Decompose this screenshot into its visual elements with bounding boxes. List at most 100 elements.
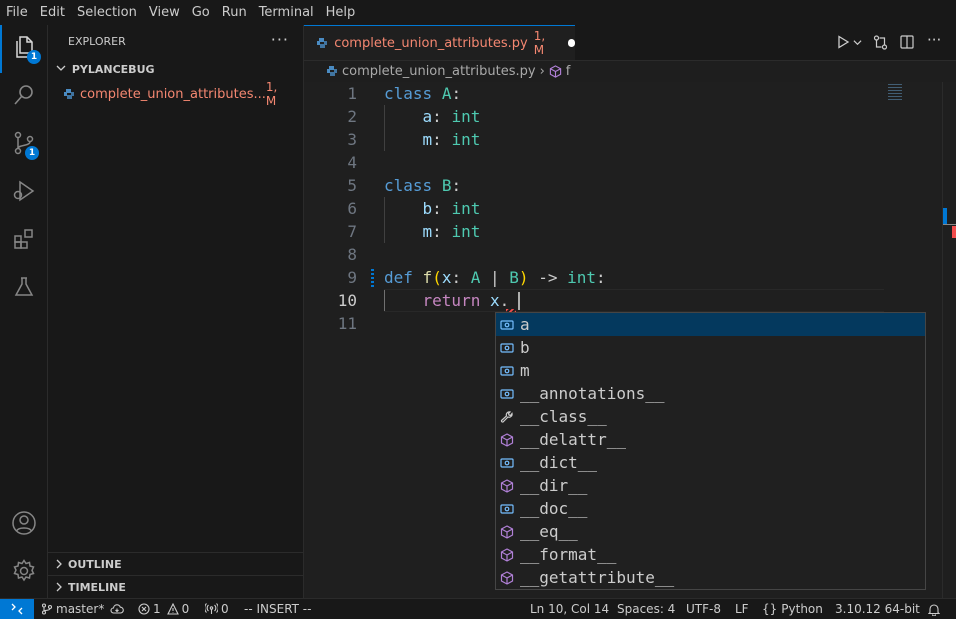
- activity-bar: 1 1: [0, 25, 48, 598]
- menu-help[interactable]: Help: [320, 0, 362, 25]
- menu-go[interactable]: Go: [186, 0, 216, 25]
- suggestion-item[interactable]: __class__: [496, 405, 925, 428]
- breadcrumb-symbol[interactable]: f: [566, 64, 571, 79]
- git-compare-icon: [873, 35, 888, 50]
- method-icon: [500, 478, 514, 493]
- python-file-icon: [316, 37, 328, 49]
- indentation[interactable]: Spaces: 4: [617, 599, 675, 619]
- suggestion-item[interactable]: __getattribute__: [496, 566, 925, 589]
- suggestion-item[interactable]: __eq__: [496, 520, 925, 543]
- explorer-activity-button[interactable]: 1: [0, 25, 47, 73]
- outline-section[interactable]: OUTLINE: [48, 552, 303, 575]
- suggestion-item[interactable]: a: [496, 313, 925, 336]
- unsaved-dot-icon[interactable]: [568, 39, 575, 47]
- suggestion-item[interactable]: b: [496, 336, 925, 359]
- file-tree-item-status: 1, M: [265, 80, 278, 108]
- outline-section-label: OUTLINE: [68, 557, 122, 571]
- run-debug-activity-button[interactable]: [0, 169, 47, 217]
- scrollbar-cursor-marker: [943, 208, 947, 224]
- code-line: 9 def f(x: A | B) -> int:: [304, 266, 884, 289]
- suggestion-item[interactable]: __doc__: [496, 497, 925, 520]
- python-interpreter[interactable]: 3.10.12 64-bit: [835, 599, 920, 619]
- explorer-badge: 1: [27, 50, 41, 64]
- menu-selection[interactable]: Selection: [71, 0, 143, 25]
- line-code: a: int: [422, 107, 481, 126]
- line-code: b: int: [422, 199, 481, 218]
- play-icon: [836, 35, 850, 49]
- more-actions-button[interactable]: ···: [271, 30, 289, 49]
- code-line: 4: [304, 151, 884, 174]
- suggestion-label: __eq__: [520, 522, 578, 541]
- testing-activity-button[interactable]: [0, 265, 47, 313]
- suggestion-label: a: [520, 315, 530, 334]
- line-number: 9: [347, 268, 357, 287]
- editor-tabs: complete_union_attributes.py 1, M ···: [304, 25, 956, 61]
- language-label: Python: [781, 602, 823, 616]
- suggestion-item[interactable]: __dir__: [496, 474, 925, 497]
- end-of-line[interactable]: LF: [735, 599, 749, 619]
- manage-activity-button[interactable]: [0, 549, 47, 597]
- extensions-activity-button[interactable]: [0, 217, 47, 265]
- field-icon: [500, 456, 514, 470]
- line-number: 7: [347, 222, 357, 241]
- line-number: 2: [347, 107, 357, 126]
- search-icon: [12, 83, 36, 111]
- breadcrumb-file[interactable]: complete_union_attributes.py: [342, 64, 536, 79]
- field-icon: [500, 364, 514, 378]
- error-count: 1: [153, 602, 161, 616]
- timeline-section-label: TIMELINE: [68, 580, 126, 594]
- warning-icon: [166, 603, 179, 615]
- language-mode[interactable]: {} Python: [762, 599, 823, 619]
- menu-edit[interactable]: Edit: [34, 0, 71, 25]
- cursor-position[interactable]: Ln 10, Col 14: [530, 599, 609, 619]
- method-icon: [500, 570, 514, 585]
- menu-bar: File Edit Selection View Go Run Terminal…: [0, 0, 956, 25]
- line-number: 5: [347, 176, 357, 195]
- editor-more-button[interactable]: ···: [927, 31, 941, 49]
- branch-icon: [41, 603, 53, 615]
- file-tree-item[interactable]: complete_union_attributes... 1, M: [48, 80, 303, 108]
- ports-count: 0: [221, 602, 229, 616]
- split-editor-button[interactable]: [900, 35, 914, 49]
- suggestion-item[interactable]: __dict__: [496, 451, 925, 474]
- file-tree-item-label: complete_union_attributes...: [80, 86, 266, 102]
- ports-indicator[interactable]: 0: [205, 599, 229, 619]
- run-python-button[interactable]: [836, 35, 862, 49]
- search-activity-button[interactable]: [0, 73, 47, 121]
- accounts-activity-button[interactable]: [0, 501, 47, 549]
- menu-view[interactable]: View: [143, 0, 186, 25]
- remote-indicator[interactable]: [0, 599, 34, 619]
- menu-file[interactable]: File: [0, 0, 34, 25]
- line-number: 8: [347, 245, 357, 264]
- suggestion-label: b: [520, 338, 530, 357]
- scrollbar-line: [943, 224, 956, 225]
- error-icon: [138, 603, 150, 615]
- explorer-sidebar: EXPLORER ··· PYLANCEBUG complete_union_a…: [48, 25, 304, 598]
- workspace-folder[interactable]: PYLANCEBUG: [56, 63, 155, 76]
- method-icon: [500, 547, 514, 562]
- timeline-section[interactable]: TIMELINE: [48, 575, 303, 598]
- method-icon: [500, 524, 514, 539]
- line-number: 4: [347, 153, 357, 172]
- branch-indicator[interactable]: master*: [41, 599, 125, 619]
- menu-terminal[interactable]: Terminal: [253, 0, 320, 25]
- suggestion-item[interactable]: __format__: [496, 543, 925, 566]
- suggestion-item[interactable]: __annotations__: [496, 382, 925, 405]
- suggestion-item[interactable]: m: [496, 359, 925, 382]
- line-code: return x.: [422, 291, 510, 310]
- line-number: 1: [347, 84, 357, 103]
- code-line: 6 b: int: [304, 197, 884, 220]
- method-icon: [500, 432, 514, 447]
- open-changes-button[interactable]: [873, 35, 888, 50]
- encoding[interactable]: UTF-8: [686, 599, 721, 619]
- menu-run[interactable]: Run: [216, 0, 253, 25]
- problems-indicator[interactable]: 1 0: [138, 599, 189, 619]
- workspace-folder-label: PYLANCEBUG: [71, 63, 155, 76]
- tab-complete-union-attributes[interactable]: complete_union_attributes.py 1, M: [304, 25, 575, 60]
- tab-label: complete_union_attributes.py: [334, 35, 528, 51]
- source-control-activity-button[interactable]: 1: [0, 121, 47, 169]
- notifications-button[interactable]: [928, 599, 940, 619]
- python-file-icon: [326, 65, 340, 77]
- suggestion-item[interactable]: __delattr__: [496, 428, 925, 451]
- vertical-scrollbar[interactable]: [942, 82, 956, 598]
